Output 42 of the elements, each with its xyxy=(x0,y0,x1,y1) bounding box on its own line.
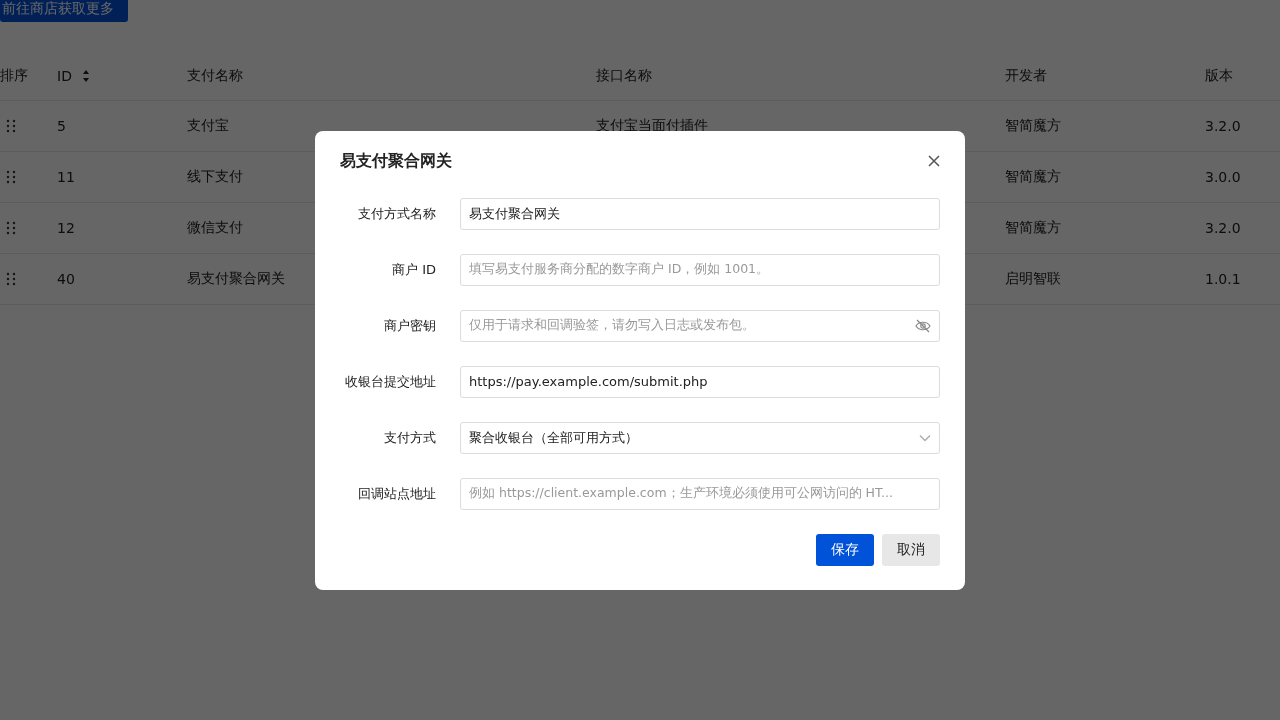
cancel-button[interactable]: 取消 xyxy=(882,533,940,566)
table-cell: 微信支付 xyxy=(187,219,243,235)
eye-off-icon[interactable] xyxy=(915,318,931,333)
column-header: 接口名称 xyxy=(596,67,652,85)
table-cell: 智简魔方 xyxy=(1005,168,1061,184)
save-button[interactable]: 保存 xyxy=(816,533,874,566)
drag-handle-icon[interactable] xyxy=(6,221,16,235)
table-cell: 40 xyxy=(57,271,75,287)
table-cell: 3.0.0 xyxy=(1205,169,1241,185)
input-field[interactable]: https://pay.example.com/submit.php xyxy=(460,365,940,398)
drag-handle-icon[interactable] xyxy=(6,272,16,286)
field-label: 支付方式名称 xyxy=(357,204,436,223)
column-header: ID xyxy=(57,68,72,84)
table-cell: 智简魔方 xyxy=(1005,117,1061,133)
field-label: 商户 ID xyxy=(391,260,436,279)
drag-handle-icon[interactable] xyxy=(6,170,16,184)
chevron-down-icon[interactable] xyxy=(919,433,931,442)
select-field[interactable]: 聚合收银台（全部可用方式） xyxy=(460,421,940,454)
column-header: 排序 xyxy=(0,67,28,85)
table-cell: 易支付聚合网关 xyxy=(187,270,285,286)
table-cell: 支付宝 xyxy=(187,117,229,133)
field-label: 收银台提交地址 xyxy=(344,372,436,391)
table-cell: 智简魔方 xyxy=(1005,219,1061,235)
column-header: 版本 xyxy=(1205,67,1233,85)
table-cell: 11 xyxy=(57,169,75,185)
sort-icon[interactable] xyxy=(81,68,90,84)
column-header: 支付名称 xyxy=(187,67,243,85)
field-label: 商户密钥 xyxy=(383,316,436,335)
table-cell: 启明智联 xyxy=(1005,270,1061,286)
table-cell: 3.2.0 xyxy=(1205,220,1241,236)
table-cell: 5 xyxy=(57,118,66,134)
input-field[interactable]: 易支付聚合网关 xyxy=(460,197,940,230)
table-cell: 3.2.0 xyxy=(1205,118,1241,134)
close-icon[interactable] xyxy=(928,155,940,167)
dialog-title: 易支付聚合网关 xyxy=(340,150,452,172)
table-cell: 线下支付 xyxy=(187,168,243,184)
field-label: 回调站点地址 xyxy=(357,484,436,503)
field-label: 支付方式 xyxy=(383,428,436,447)
table-cell: 12 xyxy=(57,220,75,236)
column-header: 开发者 xyxy=(1005,67,1047,85)
table-cell: 1.0.1 xyxy=(1205,271,1241,287)
drag-handle-icon[interactable] xyxy=(6,119,16,133)
